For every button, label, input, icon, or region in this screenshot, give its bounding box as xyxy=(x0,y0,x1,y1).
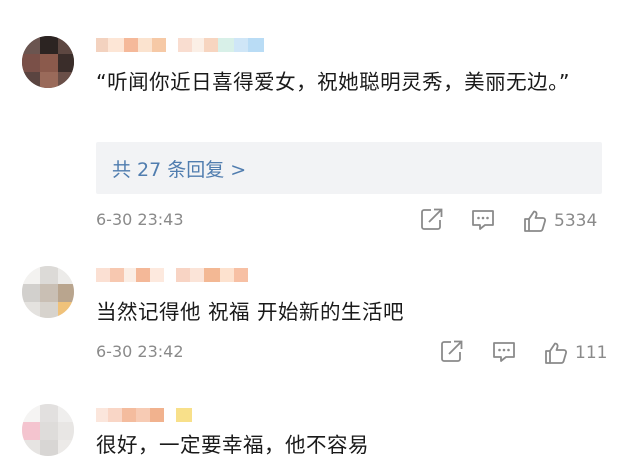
comment-icon xyxy=(493,342,515,362)
like-button[interactable]: 5334 xyxy=(522,206,597,236)
comment-icon xyxy=(472,210,494,230)
comment-meta: 6-30 23:42 111 xyxy=(96,338,614,368)
username-blurred[interactable] xyxy=(96,268,286,282)
share-button[interactable] xyxy=(440,338,464,368)
username-blurred[interactable] xyxy=(96,38,286,52)
avatar[interactable] xyxy=(22,266,74,318)
avatar[interactable] xyxy=(22,36,74,88)
replies-box[interactable]: 共 27 条回复 > xyxy=(96,142,602,194)
comment-meta: 6-30 23:43 5334 xyxy=(96,206,614,236)
comment-item: 当然记得他 祝福 开始新的生活吧 6-30 23:42 111 xyxy=(0,250,640,380)
comment-item: “听闻你近日喜得爱女，祝她聪明灵秀，美丽无边。” 共 27 条回复 > 6-30… xyxy=(0,0,640,250)
thumbs-up-icon xyxy=(545,342,568,364)
like-button[interactable]: 111 xyxy=(543,338,607,368)
comment-text: 很好，一定要幸福，他不容易 xyxy=(96,433,369,457)
share-button[interactable] xyxy=(420,206,444,236)
thumbs-up-icon xyxy=(524,210,547,232)
comment-button[interactable] xyxy=(491,338,517,368)
share-icon xyxy=(421,208,443,230)
share-icon xyxy=(441,340,463,362)
view-replies-link[interactable]: 共 27 条回复 > xyxy=(112,155,246,182)
username-blurred[interactable] xyxy=(96,408,286,422)
comment-text: “听闻你近日喜得爱女，祝她聪明灵秀，美丽无边。” xyxy=(96,70,570,94)
timestamp: 6-30 23:42 xyxy=(96,342,184,361)
comment-text: 当然记得他 祝福 开始新的生活吧 xyxy=(96,300,405,324)
like-count: 5334 xyxy=(554,211,598,231)
avatar[interactable] xyxy=(22,404,74,456)
like-count: 111 xyxy=(575,343,608,363)
comment-button[interactable] xyxy=(470,206,496,236)
comment-item: 很好，一定要幸福，他不容易 xyxy=(0,380,640,472)
timestamp: 6-30 23:43 xyxy=(96,210,184,229)
